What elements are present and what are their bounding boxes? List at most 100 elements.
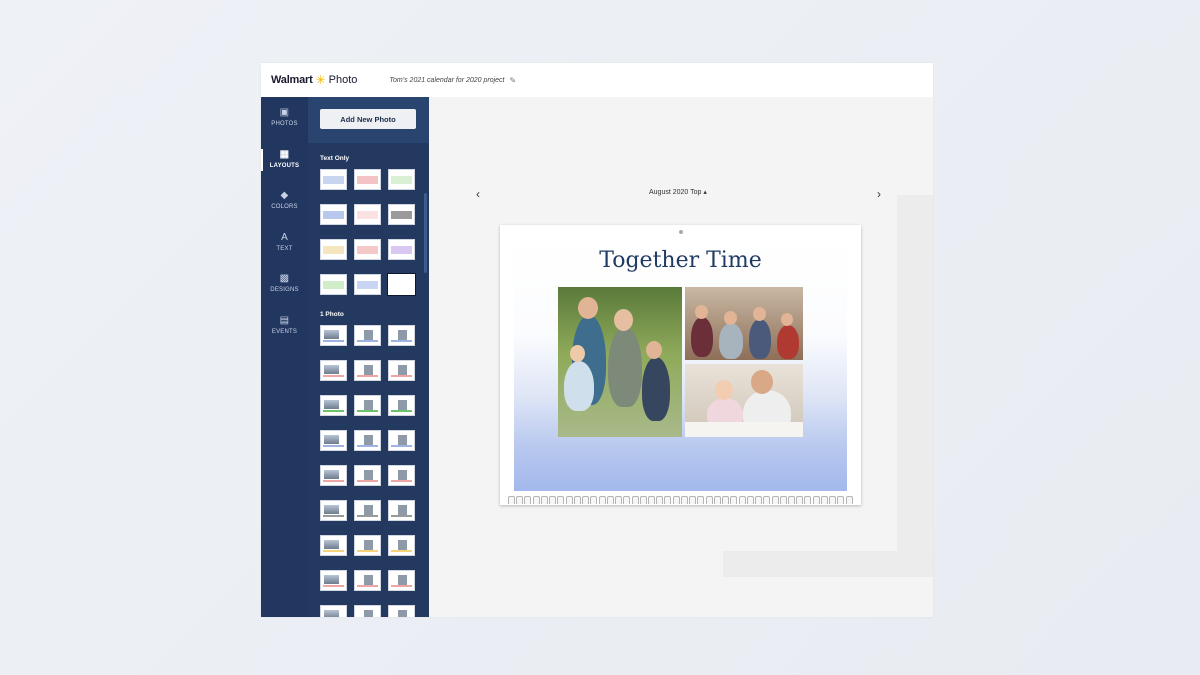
- thumbnail-photo: [324, 575, 339, 584]
- layout-thumbnail[interactable]: [354, 204, 381, 225]
- panel-scrollbar[interactable]: [424, 193, 427, 273]
- layout-thumbnail[interactable]: [354, 570, 381, 591]
- layout-thumbnail[interactable]: [388, 239, 415, 260]
- layout-thumbnail[interactable]: [320, 169, 347, 190]
- canvas-area: ‹ August 2020 Top ▴ › Together Time: [429, 97, 933, 617]
- layouts-icon: ▦: [279, 148, 290, 160]
- spiral-ring: [705, 496, 713, 504]
- month-selector[interactable]: August 2020 Top ▴: [649, 188, 707, 196]
- layout-thumbnail[interactable]: [320, 570, 347, 591]
- rail-item-photos[interactable]: ▣ PHOTOS: [261, 97, 308, 139]
- spiral-ring: [524, 496, 532, 504]
- layout-thumbnail[interactable]: [388, 465, 415, 486]
- layout-thumbnail[interactable]: [320, 535, 347, 556]
- thumbnail-photo: [398, 435, 407, 445]
- layout-thumbnail[interactable]: [354, 535, 381, 556]
- spiral-ring: [639, 496, 647, 504]
- next-page-icon[interactable]: ›: [877, 187, 881, 201]
- thumbnail-band: [357, 246, 378, 254]
- layout-thumbnail[interactable]: [320, 325, 347, 346]
- layout-thumbnail[interactable]: [320, 395, 347, 416]
- layout-thumbnail[interactable]: [388, 570, 415, 591]
- layout-thumbnail[interactable]: [354, 605, 381, 617]
- layout-thumbnail[interactable]: [320, 465, 347, 486]
- photo-slot-father-baby[interactable]: [685, 364, 803, 437]
- thumbnail-photo: [364, 330, 373, 340]
- spiral-ring: [796, 496, 804, 504]
- layout-thumbnail[interactable]: [354, 169, 381, 190]
- rail-item-layouts[interactable]: ▦ LAYOUTS: [261, 139, 308, 181]
- tool-rail: ▣ PHOTOS ▦ LAYOUTS ◆ COLORS A TEXT ▩ DES…: [261, 97, 308, 617]
- spiral-ring: [771, 496, 779, 504]
- hanging-hole: [679, 230, 683, 234]
- layout-thumbnail[interactable]: [320, 430, 347, 451]
- thumbnail-strip: [323, 410, 344, 412]
- prev-page-icon[interactable]: ‹: [476, 187, 480, 201]
- rail-item-label: COLORS: [271, 204, 298, 211]
- thumbnail-strip: [357, 480, 378, 482]
- photo-figure: [642, 357, 670, 421]
- thumbnail-band: [357, 176, 378, 184]
- rail-item-text[interactable]: A TEXT: [261, 222, 308, 264]
- layout-thumbnail[interactable]: [388, 605, 415, 617]
- spiral-ring: [582, 496, 590, 504]
- spiral-ring: [689, 496, 697, 504]
- layout-thumbnail[interactable]: [387, 273, 416, 296]
- calendar-title[interactable]: Together Time: [514, 248, 847, 273]
- thumbnail-band: [357, 211, 378, 219]
- calendar-page[interactable]: Together Time: [500, 225, 861, 505]
- spiral-ring: [755, 496, 763, 504]
- layout-thumbnail[interactable]: [354, 360, 381, 381]
- add-new-photo-button[interactable]: Add New Photo: [320, 109, 416, 129]
- thumbnail-strip: [391, 340, 412, 342]
- layout-thumbnail[interactable]: [388, 535, 415, 556]
- rail-item-colors[interactable]: ◆ COLORS: [261, 180, 308, 222]
- thumbnail-band: [323, 211, 344, 219]
- thumbnail-strip: [391, 550, 412, 552]
- layout-thumbnail[interactable]: [388, 360, 415, 381]
- layout-thumbnail[interactable]: [320, 360, 347, 381]
- brand-logo[interactable]: Walmart ✳ Photo: [271, 74, 357, 86]
- spiral-ring: [540, 496, 548, 504]
- spiral-ring: [598, 496, 606, 504]
- spiral-ring: [508, 496, 515, 504]
- thumbnail-photo: [398, 575, 407, 585]
- photo-slot-gathering[interactable]: [685, 287, 803, 360]
- calendar-artboard: Together Time: [514, 238, 847, 491]
- thumbnail-photo: [364, 610, 373, 617]
- thumbnail-strip: [391, 410, 412, 412]
- layout-thumbnail[interactable]: [354, 325, 381, 346]
- layout-thumbnail[interactable]: [388, 500, 415, 521]
- spiral-ring: [615, 496, 623, 504]
- project-title[interactable]: Tom's 2021 calendar for 2020 project ✎: [389, 76, 516, 85]
- thumbnail-strip: [357, 445, 378, 447]
- layout-thumbnail[interactable]: [388, 204, 415, 225]
- photo-slot-family[interactable]: [558, 287, 682, 437]
- layout-thumbnail[interactable]: [320, 500, 347, 521]
- layout-thumbnail[interactable]: [320, 605, 347, 617]
- layout-thumbnail[interactable]: [354, 465, 381, 486]
- layout-thumbnail[interactable]: [320, 239, 347, 260]
- paint-bucket-icon: ◆: [280, 190, 289, 202]
- layout-thumbnail[interactable]: [388, 430, 415, 451]
- layout-thumbnail[interactable]: [354, 274, 381, 295]
- rail-item-designs[interactable]: ▩ DESIGNS: [261, 263, 308, 305]
- layout-thumbnail[interactable]: [354, 430, 381, 451]
- spiral-ring: [713, 496, 721, 504]
- layout-thumbnail[interactable]: [320, 204, 347, 225]
- thumbnail-photo: [324, 330, 339, 339]
- rail-item-events[interactable]: ▤ EVENTS: [261, 305, 308, 347]
- spiral-ring: [779, 496, 787, 504]
- layout-thumbnail[interactable]: [388, 325, 415, 346]
- thumbnail-photo: [324, 365, 339, 374]
- pencil-icon[interactable]: ✎: [510, 76, 517, 85]
- section-label-text-only: Text Only: [320, 155, 350, 162]
- layout-thumbnail[interactable]: [354, 500, 381, 521]
- thumbnail-strip: [323, 550, 344, 552]
- layout-thumbnail[interactable]: [388, 169, 415, 190]
- layout-thumbnail[interactable]: [320, 274, 347, 295]
- layout-thumbnail[interactable]: [354, 239, 381, 260]
- layout-thumbnail[interactable]: [354, 395, 381, 416]
- spiral-ring: [557, 496, 565, 504]
- layout-thumbnail[interactable]: [388, 395, 415, 416]
